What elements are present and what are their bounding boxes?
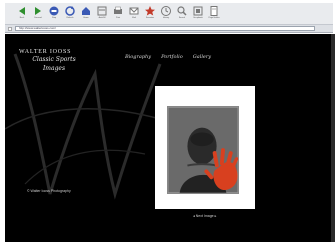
back-arrow-icon [19, 7, 25, 15]
search-icon [177, 6, 187, 16]
toolbar-button-label: Favorites [145, 17, 155, 19]
toolbar-button-label: Print [115, 17, 121, 19]
search-button[interactable]: Search [175, 3, 189, 23]
page-holder-button[interactable]: Page Holder [207, 3, 221, 23]
browser-window: Back Forward Stop Refresh Home AutoFill Print M… [0, 0, 335, 242]
mail-button[interactable]: Mail [127, 3, 141, 23]
site-tagline-line2: Images [42, 65, 66, 72]
browser-toolbar: Back Forward Stop Refresh Home AutoFill Print M… [5, 3, 333, 25]
web-page: WALTER IOOSS Classic Sports Images Biogr… [5, 34, 333, 242]
toolbar-button-label: Mail [132, 17, 136, 19]
toolbar-button-label: Search [178, 17, 186, 19]
toolbar-button-label: Refresh [66, 17, 74, 19]
history-button[interactable]: History [159, 3, 173, 23]
print-icon [114, 6, 122, 14]
featured-photo-frame [155, 86, 255, 209]
vertical-scrollbar[interactable] [331, 34, 335, 242]
toolbar-button-label: Page Holder [208, 17, 220, 19]
page-icon [8, 26, 12, 31]
page-holder-icon [210, 6, 218, 16]
toolbar-button-label: Home [83, 17, 89, 19]
toolbar-button-label: Stop [51, 17, 57, 19]
stop-icon [49, 6, 59, 16]
site-nav: Biography Portfolio Gallery [125, 54, 211, 60]
featured-photo[interactable] [167, 106, 239, 194]
site-logo[interactable]: WALTER IOOSS Classic Sports Images [19, 49, 89, 73]
toolbar-button-label: Scrapbook [193, 17, 203, 19]
address-bar: http://www.walteriooss.com/ [5, 25, 333, 33]
copyright-link[interactable]: © Walter Iooss Photography [27, 189, 71, 193]
favorites-button[interactable]: Favorites [143, 3, 157, 23]
nav-portfolio[interactable]: Portfolio [161, 54, 183, 60]
home-icon [82, 7, 90, 15]
mail-icon [129, 7, 139, 15]
toolbar-button-label: Back [19, 17, 25, 19]
history-icon [161, 6, 171, 16]
home-button[interactable]: Home [79, 3, 93, 23]
forward-arrow-icon [35, 7, 41, 15]
autofill-button[interactable]: AutoFill [95, 3, 109, 23]
print-button[interactable]: Print [111, 3, 125, 23]
forward-button[interactable]: Forward [31, 3, 45, 23]
site-tagline-line1: Classic Sports [32, 56, 76, 63]
url-input[interactable]: http://www.walteriooss.com/ [15, 26, 315, 31]
scrapbook-button[interactable]: Scrapbook [191, 3, 205, 23]
toolbar-button-label: AutoFill [98, 17, 106, 19]
back-button[interactable]: Back [15, 3, 29, 23]
stop-button[interactable]: Stop [47, 3, 61, 23]
refresh-icon [65, 6, 75, 16]
refresh-button[interactable]: Refresh [63, 3, 77, 23]
scrapbook-icon [193, 6, 203, 16]
toolbar-button-label: History [162, 17, 170, 19]
favorites-icon [145, 6, 155, 16]
toolbar-button-label: Forward [34, 17, 42, 19]
next-image-link[interactable]: ◂ Next Image ▸ [193, 214, 216, 218]
nav-biography[interactable]: Biography [125, 54, 151, 60]
nav-gallery[interactable]: Gallery [193, 54, 211, 60]
autofill-icon [97, 6, 107, 16]
